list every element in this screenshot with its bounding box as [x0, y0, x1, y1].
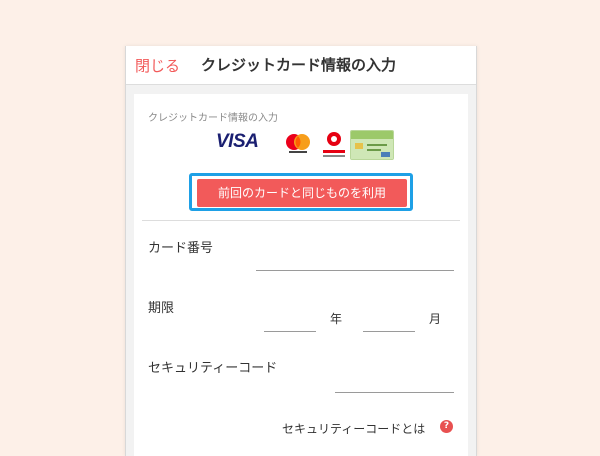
security-code-label: セキュリティーコード: [148, 361, 278, 376]
green-card-icon: [350, 130, 394, 160]
help-icon[interactable]: ?: [440, 420, 453, 433]
month-unit-label: 月: [429, 312, 442, 326]
expiry-label: 期限: [148, 301, 175, 316]
use-previous-card-button[interactable]: 前回のカードと同じものを利用: [197, 179, 407, 207]
year-unit-label: 年: [330, 312, 343, 326]
mastercard-logo-icon: [286, 134, 310, 153]
card-form: クレジットカード情報の入力 VISA 前回のカードと同じものを利用 カード番号 …: [134, 94, 468, 456]
card-number-label: カード番号: [148, 241, 214, 256]
divider: [142, 220, 460, 221]
modal-panel: 閉じる クレジットカード情報の入力 クレジットカード情報の入力 VISA 前回の…: [125, 46, 477, 456]
close-button[interactable]: 閉じる: [135, 55, 180, 76]
pocketcard-logo-icon: [320, 129, 348, 159]
expiry-year-input[interactable]: [264, 331, 316, 332]
card-number-input[interactable]: [256, 270, 454, 271]
visa-logo-icon: VISA: [216, 131, 259, 152]
page-title: クレジットカード情報の入力: [201, 56, 397, 74]
section-label: クレジットカード情報の入力: [148, 113, 278, 124]
security-code-help-link[interactable]: セキュリティーコードとは: [282, 420, 425, 437]
expiry-month-input[interactable]: [363, 331, 415, 332]
security-code-input[interactable]: [335, 392, 454, 393]
card-brand-logos: VISA: [212, 129, 394, 160]
header-bar: 閉じる クレジットカード情報の入力: [126, 46, 476, 85]
